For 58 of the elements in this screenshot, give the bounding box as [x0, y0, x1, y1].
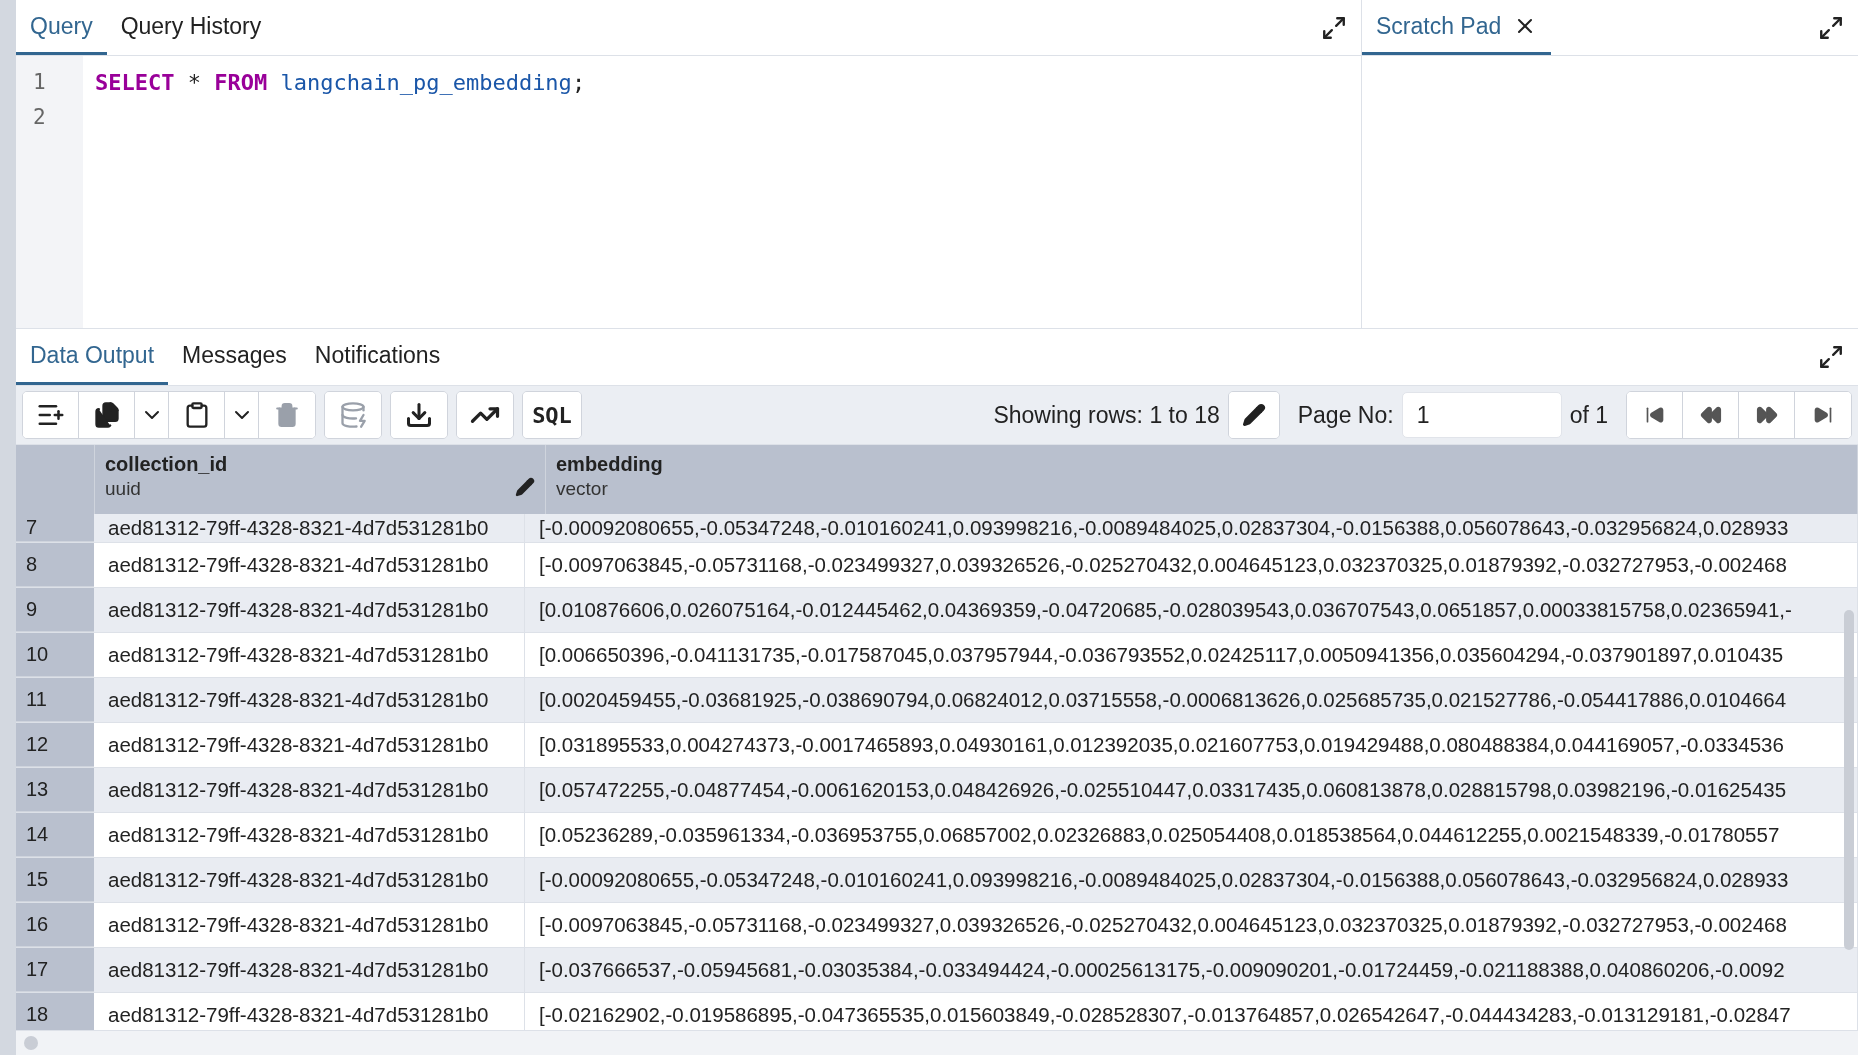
table-cell: aed81312-79ff-4328-8321-4d7d531281b0 — [94, 543, 525, 587]
add-row-button[interactable] — [23, 392, 79, 438]
sql-button[interactable]: SQL — [523, 392, 581, 438]
row-number: 13 — [16, 768, 94, 812]
code-line: SELECT * FROM langchain_pg_embedding; — [95, 69, 587, 97]
column-type: vector — [556, 478, 609, 500]
rows-count: Showing rows: 1 to 18 — [993, 401, 1220, 429]
row-number: 7 — [16, 514, 94, 542]
first-page-icon — [1644, 405, 1665, 425]
scratch-pad-tab[interactable]: Scratch Pad — [1362, 0, 1552, 55]
query-tab[interactable]: Query History — [106, 0, 276, 55]
table-cell: [-0.0097063845,-0.05731168,-0.023499327,0.039326526,-0.025270432,0.004645123,0.032370325,0.01879392,-0.032727953,-0.002468 — [525, 543, 1858, 587]
table-cell: aed81312-79ff-4328-8321-4d7d531281b0 — [94, 723, 525, 767]
table-cell: aed81312-79ff-4328-8321-4d7d531281b0 — [94, 633, 525, 677]
last-page-icon — [1813, 405, 1833, 425]
row-number: 14 — [16, 813, 94, 857]
page-label: Page No: — [1297, 401, 1394, 429]
table-cell: aed81312-79ff-4328-8321-4d7d531281b0 — [94, 813, 525, 857]
table-cell: [-0.00092080655,-0.05347248,-0.010160241,0.093998216,-0.0089484025,0.02837304,-0.0156388,0.056078643,-0.032956824,0.028933 — [525, 514, 1858, 542]
row-number: 17 — [16, 948, 94, 992]
table-cell: aed81312-79ff-4328-8321-4d7d531281b0 — [94, 768, 525, 812]
row-number: 10 — [16, 633, 94, 677]
rewind-icon — [1699, 404, 1722, 426]
column-name: collection_id — [105, 453, 228, 476]
page-input[interactable]: 1 — [1401, 392, 1562, 438]
table-cell: aed81312-79ff-4328-8321-4d7d531281b0 — [94, 678, 525, 722]
scrollbar-thumb[interactable] — [24, 1036, 38, 1050]
table-cell: aed81312-79ff-4328-8321-4d7d531281b0 — [94, 948, 525, 992]
edit-button[interactable] — [1228, 392, 1279, 438]
table-cell: aed81312-79ff-4328-8321-4d7d531281b0 — [94, 903, 525, 947]
line-number: 1 — [32, 69, 47, 96]
scrollbar-thumb[interactable] — [1844, 610, 1854, 950]
pencil-icon — [1241, 403, 1266, 427]
row-number: 15 — [16, 858, 94, 902]
row-number: 18 — [16, 993, 94, 1030]
column-type: uuid — [105, 478, 142, 500]
page-total: of 1 — [1569, 401, 1608, 429]
table-cell: aed81312-79ff-4328-8321-4d7d531281b0 — [94, 514, 525, 542]
row-number: 12 — [16, 723, 94, 767]
table-cell: aed81312-79ff-4328-8321-4d7d531281b0 — [94, 858, 525, 902]
trash-icon — [274, 402, 300, 428]
output-tab[interactable]: Messages — [168, 329, 301, 385]
graph-button[interactable] — [457, 392, 513, 438]
download-icon — [405, 401, 433, 429]
row-number: 9 — [16, 588, 94, 632]
fast-forward-icon — [1755, 404, 1778, 426]
database-icon — [339, 401, 367, 429]
first-page-button[interactable] — [1627, 392, 1683, 438]
row-number: 16 — [16, 903, 94, 947]
copy-icon — [92, 401, 121, 429]
edit-icon — [515, 477, 535, 497]
row-number: 8 — [16, 543, 94, 587]
line-number: 2 — [32, 104, 47, 131]
table-cell: aed81312-79ff-4328-8321-4d7d531281b0 — [94, 588, 525, 632]
column-name: embedding — [556, 453, 663, 476]
download-button[interactable] — [391, 392, 447, 438]
row-number: 11 — [16, 678, 94, 722]
output-tab[interactable]: Notifications — [300, 329, 455, 385]
